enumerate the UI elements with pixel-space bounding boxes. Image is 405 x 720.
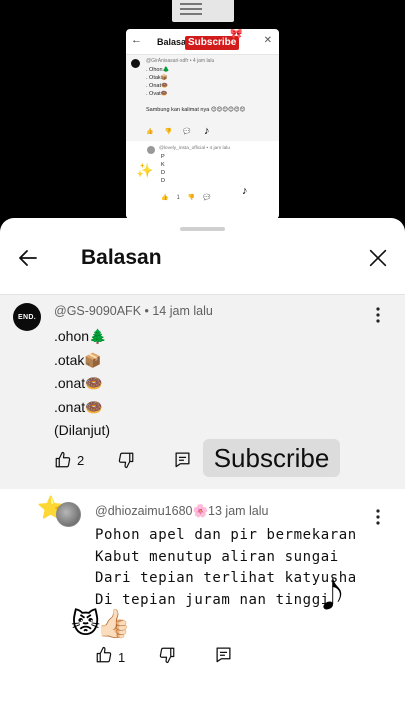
comment-line: Dari tepian terlihat katyusha	[95, 570, 357, 586]
preview-avatar	[131, 59, 140, 68]
like-count: 2	[77, 453, 85, 468]
comment-text: .ohon🌲 .otak📦 .onat🍩 .onat🍩 (Dilanjut)	[54, 325, 110, 443]
preview-reply-like-count: 1	[176, 195, 188, 201]
preview-dislike-icon: 👎	[187, 195, 204, 201]
preview-reply-line: D	[161, 170, 165, 176]
comment-author-meta[interactable]: @dhiozaimu1680🌸13 jam lalu	[95, 504, 269, 519]
comment-line: Pohon apel dan pir bermekaran	[95, 527, 357, 543]
comment-icon	[175, 452, 190, 468]
avatar[interactable]: END.	[13, 303, 41, 331]
preview-header: ← Balasan Subscribe 🎀 ✕	[126, 29, 279, 55]
preview-like-icon: 👍	[161, 195, 177, 201]
preview-reply-line: P	[161, 154, 165, 160]
preview-reply-actions: 👍1👎💬	[161, 194, 219, 201]
like-count: 1	[118, 650, 126, 665]
comment-text: Pohon apel dan pir bermekaran Kabut menu…	[95, 525, 357, 611]
video-preview-top-strip	[172, 0, 234, 22]
preview-reply-avatar	[147, 146, 155, 154]
preview-comment-lines: . Ohon🌲 . Otak📦 . Onat🍩 . Ovat🍩	[146, 66, 169, 98]
thumbs-down-icon	[159, 647, 175, 664]
more-vertical-icon	[376, 509, 380, 525]
avatar[interactable]	[56, 502, 81, 527]
back-button[interactable]	[12, 242, 44, 274]
close-icon	[369, 249, 387, 267]
preview-line: . Ovat🍩	[146, 91, 168, 97]
arrow-left-icon	[19, 250, 37, 266]
preview-line: . Otak📦	[146, 75, 168, 81]
preview-ribbon-icon: 🎀	[230, 29, 243, 40]
preview-comment-icon: 💬	[203, 195, 219, 201]
preview-reply-lines: P K D D	[161, 153, 165, 185]
preview-line: . Onat🍩	[146, 83, 168, 89]
drag-handle[interactable]	[180, 227, 225, 231]
sheet-title: Balasan	[81, 246, 162, 269]
preview-note-emojis: 😊😊😊😊😊😊	[210, 107, 246, 113]
preview-back-icon: ←	[131, 34, 142, 46]
reply-button[interactable]	[174, 451, 191, 473]
preview-music-note-icon: ♪	[204, 125, 210, 137]
more-options-button[interactable]	[368, 303, 388, 327]
preview-sparkle-icon: ✨	[136, 162, 154, 178]
preview-reply-music-note-icon: ♪	[242, 185, 248, 197]
like-button[interactable]	[54, 451, 72, 469]
comment-icon	[216, 647, 231, 663]
comment-author-meta[interactable]: @GS-9090AFK • 14 jam lalu	[54, 304, 213, 318]
comment-line: (Dilanjut)	[54, 422, 111, 438]
comment-line: Kabut menutup aliran sungai	[95, 548, 339, 565]
emoji-sticker: 😾👍🏻	[71, 608, 131, 639]
reply-comment: ⭐ @dhiozaimu1680🌸13 jam lalu Pohon apel …	[0, 489, 405, 720]
preview-comment: @GirAnisasari-xdfr • 4 jam lalu . Ohon🌲 …	[126, 55, 279, 141]
parent-comment: END. @GS-9090AFK • 14 jam lalu .ohon🌲 .o…	[0, 295, 405, 489]
video-preview-card: ← Balasan Subscribe 🎀 ✕ @GirAnisasari-xd…	[126, 29, 279, 219]
music-note-icon: 𝅘𝅥𝅮	[322, 574, 343, 618]
more-options-button[interactable]	[368, 505, 388, 529]
subscribe-overlay-button[interactable]: Subscribe	[203, 439, 340, 477]
sheet-header: Balasan	[0, 232, 405, 286]
close-button[interactable]	[362, 242, 394, 274]
preview-close-icon: ✕	[263, 35, 272, 46]
thumbs-up-icon	[96, 646, 112, 663]
like-button[interactable]	[95, 646, 113, 669]
more-vertical-icon	[376, 307, 380, 323]
thumbs-down-icon	[118, 452, 134, 469]
comment-line: Di tepian juram nan tinggi	[95, 591, 330, 608]
replies-sheet: Balasan END. @GS-9090AFK • 14 jam lalu .…	[0, 218, 405, 720]
preview-comment-note: Sambung kan kalimat nya 😊😊😊😊😊😊	[146, 107, 245, 113]
dislike-button[interactable]	[117, 451, 135, 474]
comment-line: .otak📦	[54, 351, 102, 368]
preview-reply: @lovely_insta_official • 4 jam lalu ✨ P …	[126, 141, 279, 211]
preview-actions: 👍👎💬	[146, 129, 202, 135]
preview-note-text: Sambung kan kalimat nya	[146, 107, 210, 113]
preview-line: . Ohon🌲	[146, 67, 170, 73]
preview-comment-author: @GirAnisasari-xdfr • 4 jam lalu	[146, 58, 215, 64]
dislike-button[interactable]	[158, 646, 176, 669]
comment-line: .onat🍩	[54, 398, 103, 415]
comment-line: .ohon🌲	[54, 328, 107, 344]
reply-button[interactable]	[215, 646, 232, 668]
preview-reply-author: @lovely_insta_official • 4 jam lalu	[159, 146, 230, 151]
preview-reply-line: K	[161, 162, 165, 168]
thumbs-up-icon	[55, 451, 71, 468]
comment-line: .onat🍩	[54, 375, 103, 391]
preview-reply-line: D	[161, 178, 165, 184]
